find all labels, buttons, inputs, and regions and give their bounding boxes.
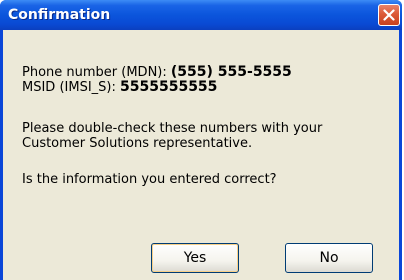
confirmation-dialog: Confirmation Phone number (MDN): (555) 5…	[0, 0, 402, 280]
phone-number-line: Phone number (MDN): (555) 555-5555	[22, 64, 292, 81]
msid-value: 5555555555	[120, 79, 218, 95]
title-bar[interactable]: Confirmation	[0, 0, 402, 30]
phone-number-value: (555) 555-5555	[170, 64, 292, 80]
yes-button[interactable]: Yes	[151, 243, 239, 273]
msid-label: MSID (IMSI_S):	[22, 80, 120, 95]
note-line-2: Customer Solutions representative.	[22, 136, 253, 151]
confirmation-question: Is the information you entered correct?	[22, 172, 277, 187]
no-button[interactable]: No	[285, 243, 373, 273]
dialog-body: Phone number (MDN): (555) 555-5555 MSID …	[3, 30, 399, 280]
dialog-title: Confirmation	[8, 7, 111, 23]
note-line-1: Please double-check these numbers with y…	[22, 121, 323, 136]
close-icon	[383, 9, 395, 21]
msid-line: MSID (IMSI_S): 5555555555	[22, 79, 218, 96]
phone-number-label: Phone number (MDN):	[22, 65, 171, 80]
close-button[interactable]	[378, 4, 400, 26]
